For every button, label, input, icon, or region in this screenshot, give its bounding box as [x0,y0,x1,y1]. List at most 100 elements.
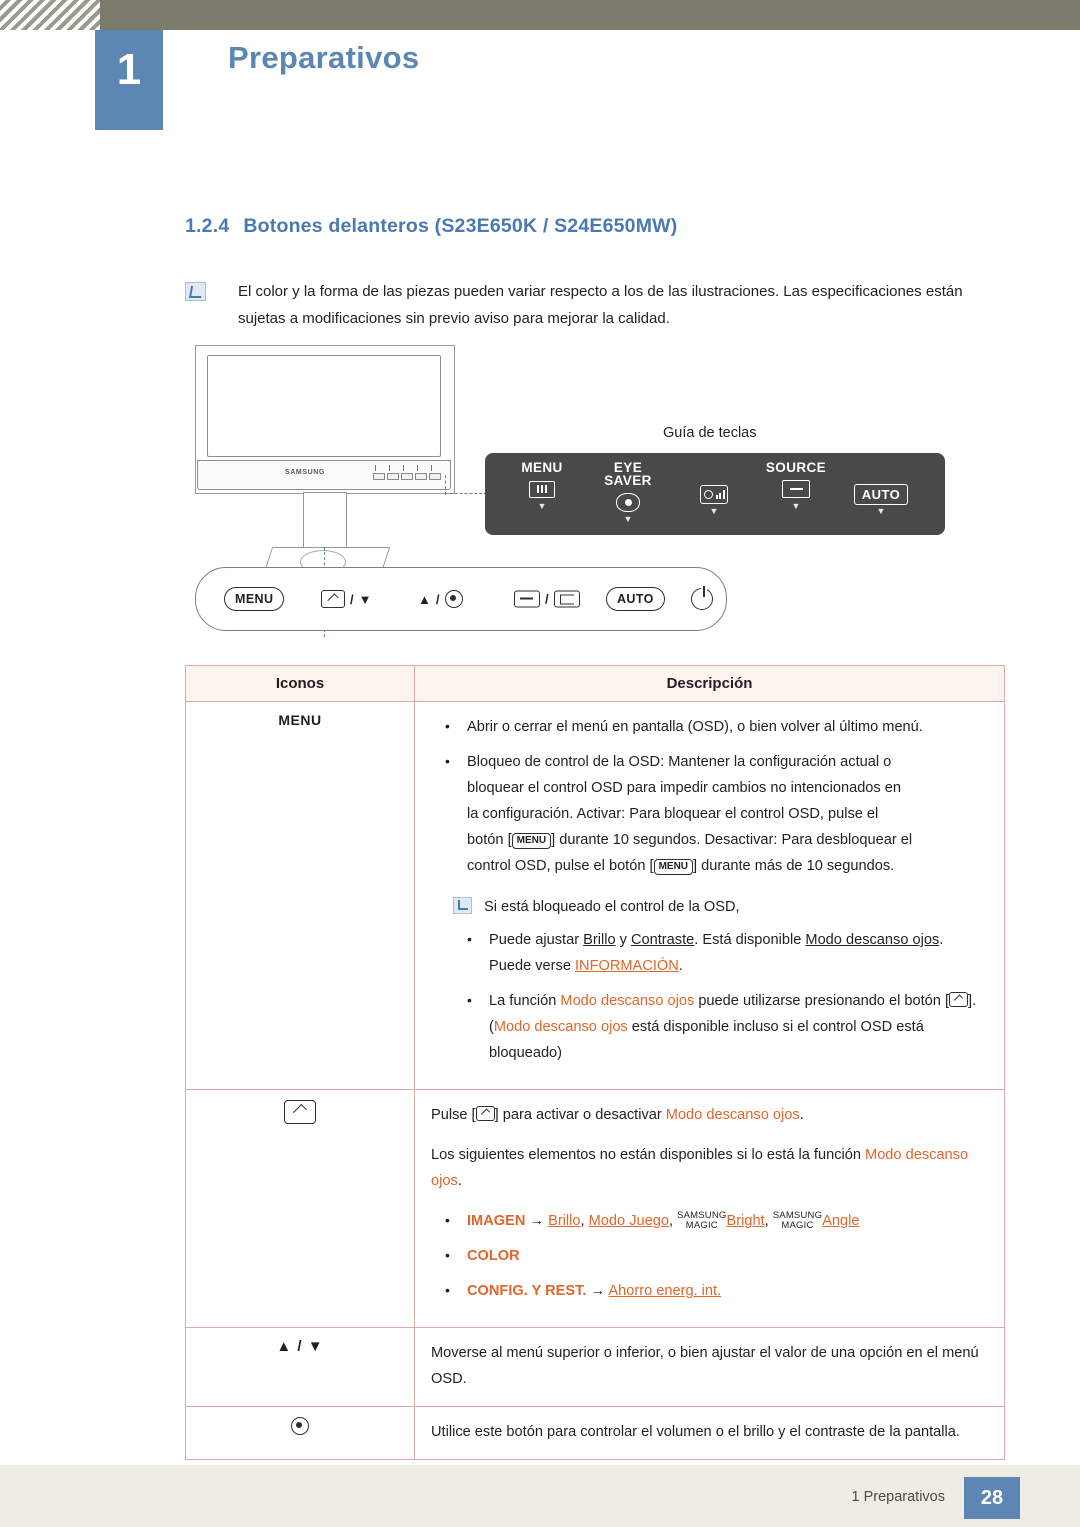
es-line1-hl: Modo descanso ojos [665,1107,800,1123]
button-menu[interactable]: MENU [224,587,285,611]
magic-sub-1: MAGIC [685,1220,718,1231]
item-bright: Bright [726,1213,765,1229]
menu-button-label: MENU [278,712,322,728]
table-row: ▲ / ▼ Moverse al menú superior o inferio… [185,1327,1005,1407]
section-heading: 1.2.4 Botones delanteros (S23E650K / S24E… [185,215,677,238]
bullet-imagen: IMAGEN → Brillo, Modo Juego, SAMSUNGMAGI… [431,1207,988,1234]
mini-menu-icon: MENU [511,833,552,849]
button-up-volume[interactable]: ▲ / [418,590,463,608]
item-ahorro-energ: Ahorro energ. int. [608,1283,722,1299]
monitor-brand-logo: SAMSUNG [285,469,325,476]
key-guide-menu-label: MENU [521,460,563,475]
section-title: Botones delanteros (S23E650K / S24E650MW… [243,215,678,237]
up-arrow-icon: ▲ [418,591,431,607]
inner-note-osd-locked: Si está bloqueado el control de la OSD, [453,895,988,919]
mini-menu-icon-2: MENU [653,859,694,875]
sep-1: , [580,1213,589,1229]
item-color: COLOR [467,1248,520,1264]
note-icon [185,282,206,301]
key-guide-auto-label: AUTO [853,483,909,505]
osd-lock-p5-pre: control OSD, pulse el botón [ [467,858,654,874]
table-row: MENU Abrir o cerrar el menú en pantalla … [185,701,1005,1090]
eyesaver-line-2: Los siguientes elementos no están dispon… [431,1142,988,1194]
sb1-pre: Puede ajustar [489,932,584,948]
sb1-mid2: . Está disponible [694,932,806,948]
key-guide-panel: MENU ▼ EYE SAVER ▼ ▼ SOURCE ▼ AUTO ▼ [485,453,945,535]
header-hatch-pattern [0,0,100,30]
button-eye-saver-down[interactable]: / ▼ [321,590,372,608]
key-guide-source-label: SOURCE [765,460,827,475]
item-config-rest: CONFIG. Y REST. [467,1283,587,1299]
chevron-down-icon-3: ▼ [709,506,719,516]
table-header-row: Iconos Descripción [185,665,1005,702]
chevron-down-icon-5: ▼ [876,506,886,516]
row-menu-description-cell: Abrir o cerrar el menú en pantalla (OSD)… [414,701,1005,1090]
sb2-mid: puede utilizarse presionando el botón [ [694,993,950,1009]
note-block: El color y la forma de las piezas pueden… [185,278,1005,332]
table-row: Pulse [] para activar o desactivar Modo … [185,1089,1005,1328]
sb1-mid: y [615,932,631,948]
es-line1-pre: Pulse [ [431,1107,476,1123]
button-separator-3: / [545,591,549,607]
button-auto-label: AUTO [606,587,665,611]
monitor-screen [207,355,441,457]
button-menu-label: MENU [224,587,285,611]
osd-lock-p4-post: ] durante 10 segundos. Desactivar: Para … [551,832,913,848]
sub-bullet-adjust: Puede ajustar Brillo y Contraste. Está d… [453,926,988,979]
osd-lock-p5-post: ] durante más de 10 segundos. [693,858,895,874]
osd-lock-p3: la configuración. Activar: Para bloquear… [467,806,879,822]
magic-sub-2: MAGIC [781,1220,814,1231]
item-modo-juego: Modo Juego [588,1213,669,1229]
footer-page-number: 28 [964,1477,1020,1519]
eyesaver-line-1: Pulse [] para activar o desactivar Modo … [431,1102,988,1128]
es-line1-post: . [799,1107,804,1123]
source-icon [757,478,835,500]
sb1-modo-descanso: Modo descanso ojos [805,932,940,948]
osd-lock-p1: Bloqueo de control de la OSD: Mantener l… [467,754,892,770]
es-line2-pre: Los siguientes elementos no están dispon… [431,1147,866,1163]
row-circledot-icon-cell [185,1406,415,1460]
key-guide-brightness: ▼ [675,479,753,516]
monitor-button-row [373,465,445,481]
table-header-iconos: Iconos [185,665,415,702]
button-separator-2: / [435,591,440,607]
arrow-icon: → [529,1213,545,1229]
circle-dot-icon [291,1417,309,1435]
row-eyesaver-description-cell: Pulse [] para activar o desactivar Modo … [414,1089,1005,1328]
monitor-stand-neck [303,492,347,549]
chevron-down-icon-2: ▼ [623,514,633,524]
osd-lock-p4-pre: botón [ [467,832,512,848]
menu-bars-icon [503,478,581,500]
circle-dot-icon [444,590,463,608]
arrow-icon-2: → [590,1283,606,1299]
return-icon [553,590,580,608]
table-row: Utilice este botón para controlar el vol… [185,1406,1005,1460]
note-icon-small [453,897,472,914]
auto-icon: AUTO [841,483,921,505]
physical-button-bar: MENU / ▼ ▲ / / AUTO [195,567,727,631]
connector-line-horizontal [445,493,487,494]
key-guide-source: SOURCE ▼ [757,461,835,511]
power-icon [691,586,713,610]
button-power[interactable] [691,586,713,610]
footer-chapter-label: 1 Preparativos [851,1489,946,1505]
note-text: El color y la forma de las piezas pueden… [238,283,963,327]
eye-saver-icon [589,491,667,513]
connector-line-vertical-2 [445,475,446,495]
button-auto[interactable]: AUTO [606,587,665,611]
eye-saver-icon [321,590,345,608]
source-icon [514,590,540,608]
front-buttons-figure: SAMSUNG Guía de teclas MENU ▼ EYE SAVER [185,345,1005,645]
chevron-down-icon: ▼ [537,501,547,511]
sb1-post: . [678,958,683,974]
sub-bullet-eye-saver: La función Modo descanso ojos puede util… [453,987,988,1066]
chapter-number-badge: 1 [95,30,163,130]
chapter-title: Preparativos [228,40,420,75]
row-updown-description-cell: Moverse al menú superior o inferior, o b… [414,1327,1005,1407]
button-source-return[interactable]: / [514,590,580,608]
key-guide-label: Guía de teclas [663,425,757,441]
eye-saver-icon-inline [949,992,969,1007]
bullet-color: COLOR [431,1242,988,1269]
table-header-descripcion: Descripción [414,665,1005,702]
section-number: 1.2.4 [185,215,230,237]
